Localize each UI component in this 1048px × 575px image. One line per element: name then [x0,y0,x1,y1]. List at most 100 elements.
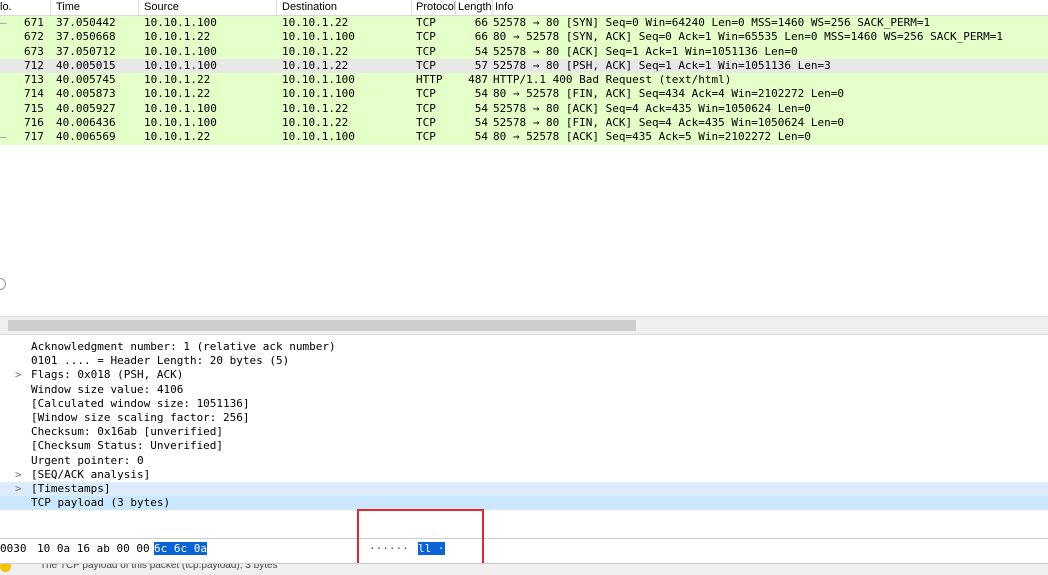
column-separator [492,0,493,15]
packet-time: 40.005927 [56,101,116,115]
packet-row[interactable]: 715 40.005927 10.10.1.100 10.10.1.22 TCP… [0,101,1048,117]
column-length[interactable]: Length [458,1,492,13]
bytes-hex[interactable]: 10 0a 16 ab 00 00 [37,542,150,555]
detail-line[interactable]: Checksum: 0x16ab [unverified] [0,425,1048,439]
packet-destination: 10.10.1.22 [282,44,349,58]
packet-time: 40.005015 [56,58,116,72]
packet-destination: 10.10.1.100 [282,30,355,44]
packet-protocol: TCP [416,16,436,29]
status-bar: The TCP payload of this packet (tcp.payl… [0,563,1048,575]
packet-destination: 10.10.1.22 [282,116,349,130]
radio-icon[interactable] [0,278,6,290]
detail-text: Urgent pointer: 0 [31,453,144,467]
annotation-highlight-box [357,509,484,567]
packet-length: 54 [474,101,488,115]
expand-arrow-icon[interactable]: > [15,482,22,496]
packet-length: 54 [474,116,488,130]
expand-arrow-icon[interactable]: > [15,468,22,482]
packet-row[interactable]: 716 40.006436 10.10.1.100 10.10.1.22 TCP… [0,116,1048,131]
detail-line[interactable]: 0101 .... = Header Length: 20 bytes (5) [0,354,1048,368]
conversation-marker: — [0,130,7,144]
packet-length: 66 [474,16,488,29]
detail-line[interactable]: [Checksum Status: Unverified] [0,439,1048,453]
column-separator [138,0,139,15]
packet-source: 10.10.1.22 [144,30,211,44]
column-no[interactable]: lo. [0,1,12,13]
detail-line[interactable]: > Flags: 0x018 (PSH, ACK) [0,368,1048,382]
column-time[interactable]: Time [56,1,80,13]
expert-info-icon[interactable] [0,564,11,572]
packet-length: 54 [474,44,488,58]
expand-arrow-icon[interactable]: > [15,368,22,382]
packet-bytes-pane[interactable]: 0030 10 0a 16 ab 00 00 6c 6c 0a ······ l… [0,538,1048,557]
detail-line-hovered[interactable]: > [Timestamps] [0,481,1048,497]
packet-protocol: TCP [416,130,436,144]
detail-text: [Checksum Status: Unverified] [31,439,224,453]
packet-destination: 10.10.1.100 [282,87,355,101]
packet-info: 80 → 52578 [ACK] Seq=435 Ack=5 Win=21022… [493,130,811,144]
packet-row[interactable]: — 671 37.050442 10.10.1.100 10.10.1.22 T… [0,16,1048,31]
detail-text: [SEQ/ACK analysis] [31,467,151,481]
packet-info: 52578 → 80 [PSH, ACK] Seq=1 Ack=1 Win=10… [493,58,831,72]
packet-row[interactable]: 673 37.050712 10.10.1.100 10.10.1.22 TCP… [0,44,1048,59]
packet-protocol: TCP [416,58,436,72]
conversation-marker: — [0,16,7,29]
column-protocol[interactable]: Protocol [416,1,456,13]
detail-line[interactable]: Acknowledgment number: 1 (relative ack n… [0,340,1048,354]
packet-source: 10.10.1.100 [144,16,217,29]
packet-protocol: TCP [416,44,436,58]
packet-length: 66 [474,30,488,44]
packet-source: 10.10.1.100 [144,44,217,58]
packet-info: 52578 → 80 [FIN, ACK] Seq=4 Ack=435 Win=… [493,116,844,130]
packet-list-header: lo. Time Source Destination Protocol Len… [0,0,1048,16]
bytes-offset: 0030 [0,542,27,555]
detail-line[interactable]: > [SEQ/ACK analysis] [0,468,1048,482]
bytes-hex-selected[interactable]: 6c 6c 0a [154,542,207,555]
packet-source: 10.10.1.100 [144,116,217,130]
packet-time: 40.005745 [56,73,116,87]
column-separator [411,0,412,15]
packet-time: 40.006436 [56,116,116,130]
packet-info: 52578 → 80 [ACK] Seq=1 Ack=1 Win=1051136… [493,44,798,58]
column-destination[interactable]: Destination [282,1,337,13]
column-info[interactable]: Info [495,1,513,13]
packet-destination: 10.10.1.22 [282,101,349,115]
detail-line-selected[interactable]: TCP payload (3 bytes) [0,496,1048,511]
packet-row-selected[interactable]: 712 40.005015 10.10.1.100 10.10.1.22 TCP… [0,58,1048,74]
detail-text: [Window size scaling factor: 256] [31,410,250,424]
detail-text: Acknowledgment number: 1 (relative ack n… [31,340,336,353]
packet-source: 10.10.1.100 [144,58,217,72]
packet-info: 80 → 52578 [FIN, ACK] Seq=434 Ack=4 Win=… [493,87,844,101]
packet-destination: 10.10.1.100 [282,73,355,87]
packet-time: 37.050442 [56,16,116,29]
packet-row[interactable]: — 717 40.006569 10.10.1.22 10.10.1.100 T… [0,130,1048,145]
packet-no: 717 [24,130,44,144]
detail-line[interactable]: [Window size scaling factor: 256] [0,411,1048,425]
packet-row[interactable]: 672 37.050668 10.10.1.22 10.10.1.100 TCP… [0,30,1048,45]
packet-time: 40.006569 [56,130,116,144]
packet-no: 715 [24,101,44,115]
detail-line[interactable]: Urgent pointer: 0 [0,454,1048,468]
packet-protocol: HTTP [416,73,443,87]
scrollbar-thumb[interactable] [8,320,636,331]
packet-source: 10.10.1.22 [144,73,211,87]
packet-no: 716 [24,116,44,130]
column-source[interactable]: Source [144,1,179,13]
detail-text: TCP payload (3 bytes) [31,496,171,510]
packet-row[interactable]: 713 40.005745 10.10.1.22 10.10.1.100 HTT… [0,73,1048,88]
detail-line[interactable]: Window size value: 4106 [0,383,1048,397]
packet-details-tree[interactable]: Acknowledgment number: 1 (relative ack n… [0,340,1048,511]
detail-text: Checksum: 0x16ab [unverified] [31,425,224,439]
packet-row[interactable]: 714 40.005873 10.10.1.22 10.10.1.100 TCP… [0,87,1048,102]
column-separator [276,0,277,15]
packet-length: 57 [474,58,488,72]
detail-text: [Calculated window size: 1051136] [31,396,250,410]
packet-no: 671 [24,16,44,29]
horizontal-scrollbar[interactable] [0,316,1048,335]
packet-source: 10.10.1.100 [144,101,217,115]
packet-no: 714 [24,87,44,101]
packet-list[interactable]: — 671 37.050442 10.10.1.100 10.10.1.22 T… [0,16,1048,145]
detail-line[interactable]: [Calculated window size: 1051136] [0,397,1048,411]
packet-info: 80 → 52578 [SYN, ACK] Seq=0 Ack=1 Win=65… [493,30,1003,44]
packet-info: HTTP/1.1 400 Bad Request (text/html) [493,73,732,87]
